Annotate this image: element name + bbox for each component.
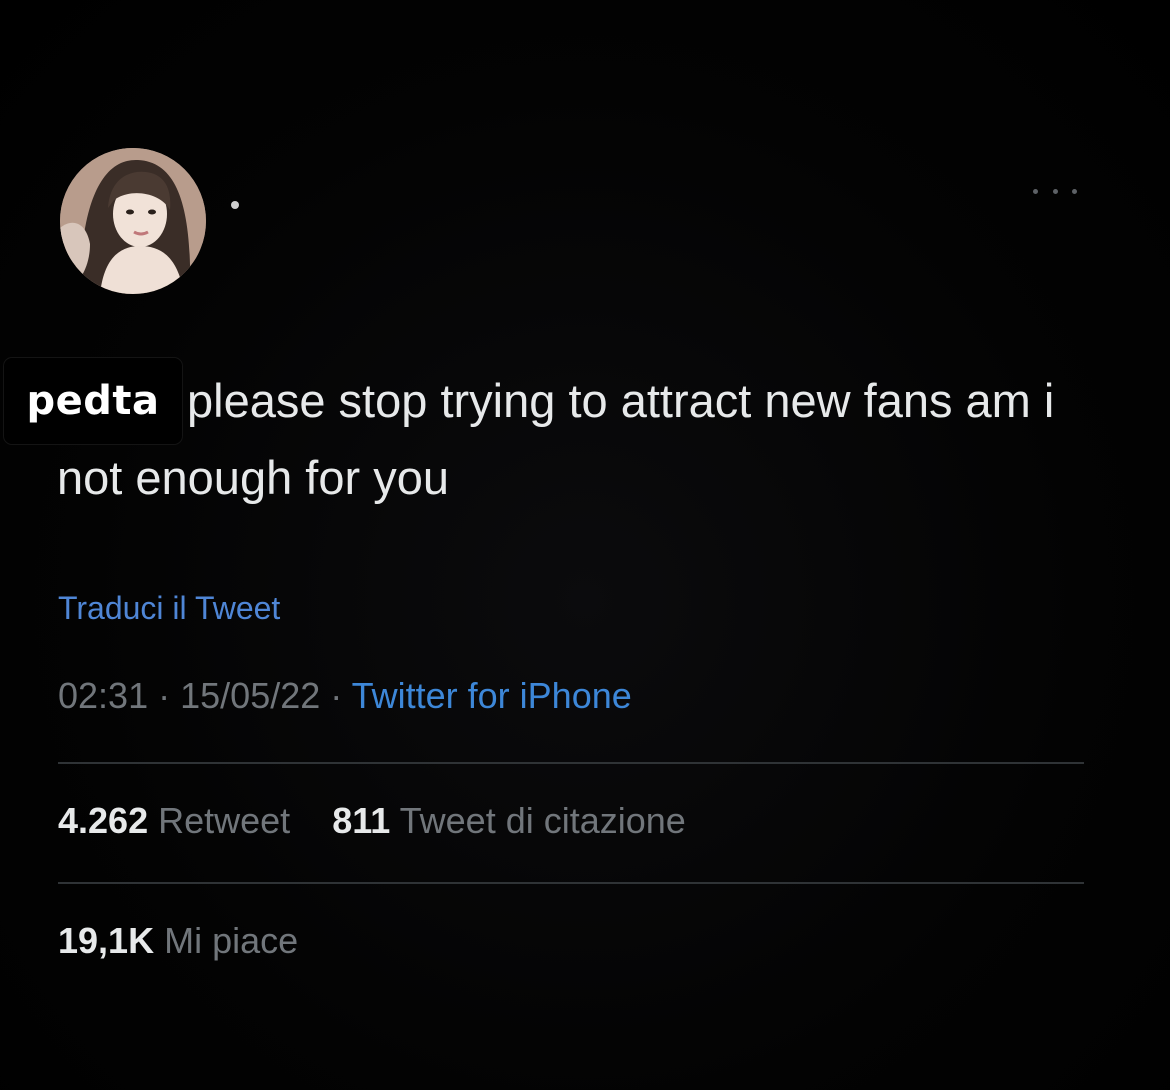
tweet-text: please stop trying to attract new fans a… xyxy=(57,374,1055,504)
quote-tweets-count: 811 xyxy=(332,800,391,841)
quote-tweets-stat[interactable]: 811 Tweet di citazione xyxy=(332,800,686,841)
username-overlay-label: pedta xyxy=(4,358,182,444)
display-name-placeholder xyxy=(231,201,239,209)
quote-tweets-label: Tweet di citazione xyxy=(399,800,686,841)
likes-count: 19,1K xyxy=(58,920,155,961)
avatar[interactable] xyxy=(60,148,206,294)
tweet-time: 02:31 xyxy=(58,675,149,716)
likes-label: Mi piace xyxy=(164,920,299,961)
translate-tweet-link[interactable]: Traduci il Tweet xyxy=(58,590,280,627)
more-options-icon[interactable] xyxy=(1033,183,1077,199)
retweets-stat[interactable]: 4.262 Retweet xyxy=(58,800,300,841)
tweet-detail-screen: please stop trying to attract new fans a… xyxy=(0,0,1170,1090)
divider xyxy=(58,882,1084,884)
meta-separator: · xyxy=(330,675,343,716)
divider xyxy=(58,762,1084,764)
tweet-source-link[interactable]: Twitter for iPhone xyxy=(352,675,632,716)
retweets-count: 4.262 xyxy=(58,800,149,841)
avatar-photo xyxy=(60,148,206,294)
likes-stat[interactable]: 19,1K Mi piace xyxy=(58,920,298,961)
tweet-date: 15/05/22 xyxy=(180,675,321,716)
meta-separator: · xyxy=(158,675,171,716)
likes-stat-row: 19,1K Mi piace xyxy=(58,920,298,962)
tweet-metadata: 02:31 · 15/05/22 · Twitter for iPhone xyxy=(58,675,632,717)
retweets-label: Retweet xyxy=(158,800,291,841)
engagement-stats: 4.262 Retweet 811 Tweet di citazione xyxy=(58,800,686,842)
